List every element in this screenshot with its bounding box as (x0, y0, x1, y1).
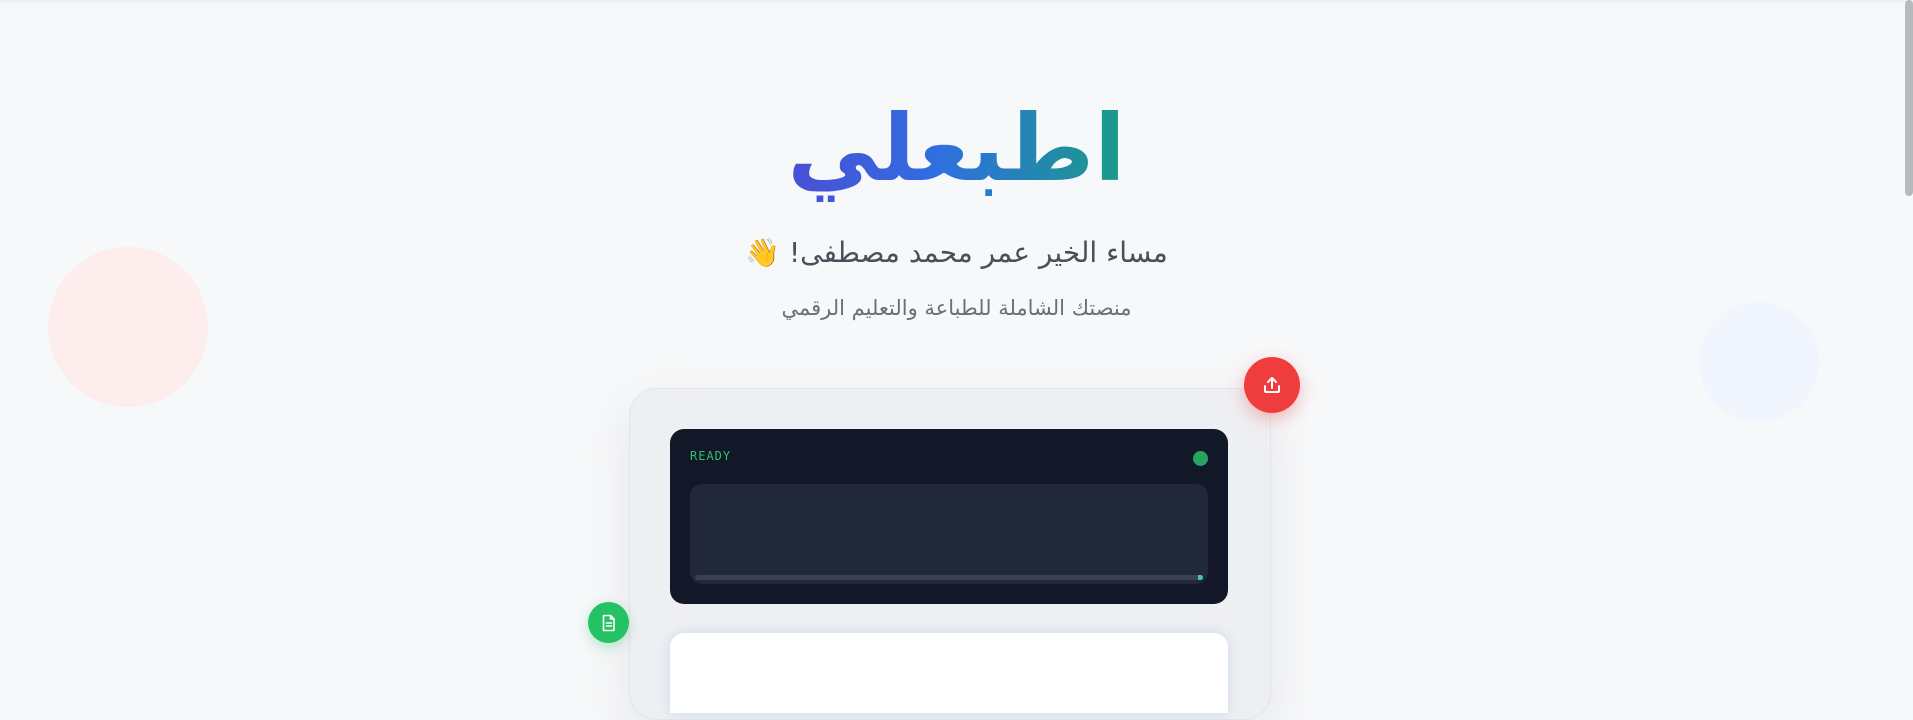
upload-icon (1264, 377, 1280, 393)
progress-bar-fill (1197, 575, 1203, 580)
greeting-text: مساء الخير عمر محمد مصطفى! 👋 (745, 236, 1168, 269)
brand-name: اطبعلي (787, 95, 1126, 202)
document-button[interactable] (588, 602, 629, 643)
printer-display (690, 484, 1208, 584)
scrollbar-thumb[interactable] (1905, 0, 1913, 196)
upload-button[interactable] (1244, 357, 1300, 413)
paper-tray (670, 633, 1228, 713)
progress-bar (695, 575, 1203, 580)
top-strip (0, 0, 1913, 3)
document-icon (602, 614, 615, 631)
status-indicator-dot (1193, 451, 1208, 466)
printer-status-label: READY (690, 449, 732, 463)
printer-screen: READY (670, 429, 1228, 604)
tagline-text: منصتك الشاملة للطباعة والتعليم الرقمي (781, 296, 1132, 320)
brand-logo: اطبعلي (0, 94, 1913, 204)
scrollbar[interactable] (1903, 0, 1913, 687)
